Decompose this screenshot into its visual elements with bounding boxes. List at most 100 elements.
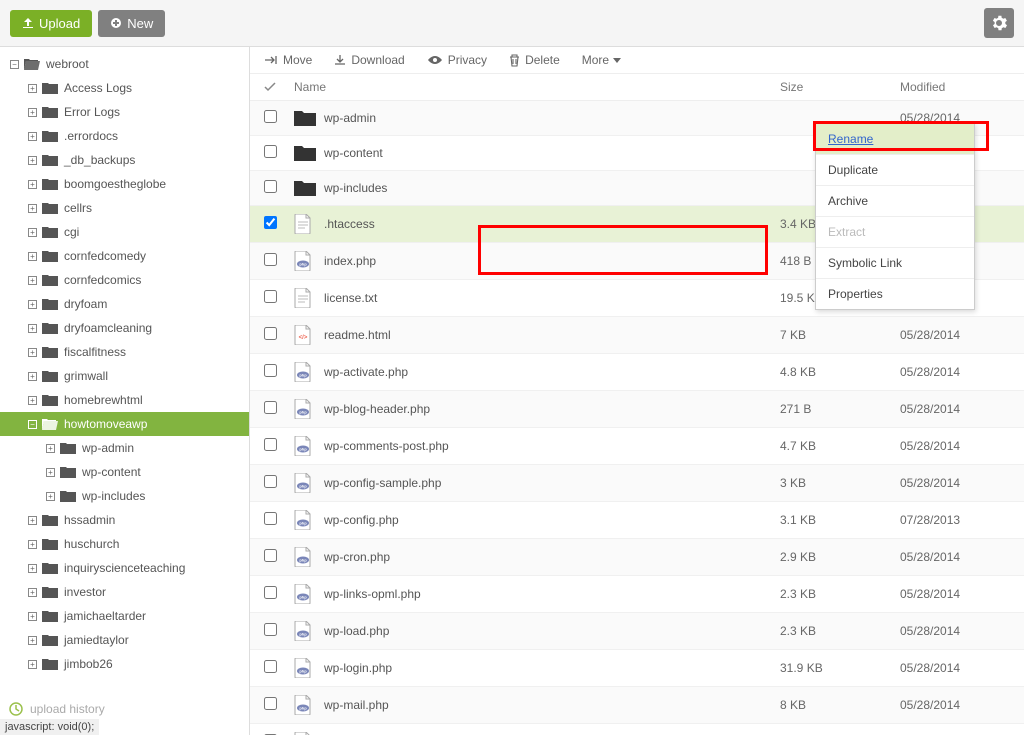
tree-item[interactable]: +boomgoestheglobe: [0, 172, 249, 196]
file-row[interactable]: phpwp-mail.php8 KB05/28/2014: [250, 687, 1024, 724]
tree-item[interactable]: +hssadmin: [0, 508, 249, 532]
expander-icon[interactable]: +: [26, 540, 38, 549]
row-checkbox[interactable]: [264, 660, 294, 676]
expander-icon[interactable]: +: [26, 324, 38, 333]
row-checkbox[interactable]: [264, 697, 294, 713]
tree-item[interactable]: +dryfoam: [0, 292, 249, 316]
row-checkbox[interactable]: [264, 253, 294, 269]
settings-button[interactable]: [984, 8, 1014, 38]
tree-item[interactable]: +jamiedtaylor: [0, 628, 249, 652]
row-checkbox[interactable]: [264, 145, 294, 161]
file-row[interactable]: phpwp-blog-header.php271 B05/28/2014: [250, 391, 1024, 428]
tree-item[interactable]: +Error Logs: [0, 100, 249, 124]
tree-item[interactable]: +cornfedcomedy: [0, 244, 249, 268]
row-checkbox[interactable]: [264, 327, 294, 343]
expander-icon[interactable]: +: [26, 372, 38, 381]
tree-item[interactable]: +huschurch: [0, 532, 249, 556]
menu-item-duplicate[interactable]: Duplicate: [816, 155, 974, 186]
expander-icon[interactable]: +: [26, 276, 38, 285]
tree-item[interactable]: +jamichaeltarder: [0, 604, 249, 628]
expander-icon[interactable]: +: [26, 564, 38, 573]
row-checkbox[interactable]: [264, 364, 294, 380]
move-button[interactable]: Move: [264, 53, 312, 67]
file-row[interactable]: phpwp-activate.php4.8 KB05/28/2014: [250, 354, 1024, 391]
tree-item[interactable]: +dryfoamcleaning: [0, 316, 249, 340]
upload-history[interactable]: upload history: [8, 701, 105, 717]
delete-button[interactable]: Delete: [509, 53, 560, 67]
expander-icon[interactable]: +: [26, 660, 38, 669]
tree-item[interactable]: +inquiryscienceteaching: [0, 556, 249, 580]
file-row[interactable]: phpwp-config-sample.php3 KB05/28/2014: [250, 465, 1024, 502]
expander-icon[interactable]: +: [26, 516, 38, 525]
privacy-button[interactable]: Privacy: [427, 53, 487, 67]
file-row[interactable]: </>readme.html7 KB05/28/2014: [250, 317, 1024, 354]
tree-item[interactable]: +grimwall: [0, 364, 249, 388]
more-button[interactable]: More: [582, 53, 621, 67]
row-checkbox[interactable]: [264, 438, 294, 454]
tree-item[interactable]: +fiscalfitness: [0, 340, 249, 364]
file-name: index.php: [324, 254, 780, 268]
file-row[interactable]: phpwp-load.php2.3 KB05/28/2014: [250, 613, 1024, 650]
expander-icon[interactable]: +: [26, 588, 38, 597]
file-row[interactable]: phpwp-config.php3.1 KB07/28/2013: [250, 502, 1024, 539]
tree-item[interactable]: +wp-admin: [0, 436, 249, 460]
row-checkbox[interactable]: [264, 623, 294, 639]
tree-item[interactable]: +wp-includes: [0, 484, 249, 508]
expander-icon[interactable]: +: [26, 108, 38, 117]
file-row[interactable]: phpwp-login.php31.9 KB05/28/2014: [250, 650, 1024, 687]
expander-icon[interactable]: +: [44, 444, 56, 453]
expander-icon[interactable]: +: [26, 156, 38, 165]
expander-icon[interactable]: +: [26, 180, 38, 189]
download-button[interactable]: Download: [334, 53, 404, 67]
tree-item[interactable]: +wp-content: [0, 460, 249, 484]
menu-item-properties[interactable]: Properties: [816, 279, 974, 309]
menu-item-rename[interactable]: Rename: [816, 124, 974, 155]
col-modified[interactable]: Modified: [900, 80, 1010, 94]
expander-icon[interactable]: +: [26, 84, 38, 93]
file-row[interactable]: phpwp-cron.php2.9 KB05/28/2014: [250, 539, 1024, 576]
tree-item[interactable]: +cornfedcomics: [0, 268, 249, 292]
expander-icon[interactable]: +: [26, 228, 38, 237]
row-checkbox[interactable]: [264, 401, 294, 417]
row-checkbox[interactable]: [264, 586, 294, 602]
file-row[interactable]: phpwp-links-opml.php2.3 KB05/28/2014: [250, 576, 1024, 613]
new-button[interactable]: New: [98, 10, 165, 37]
expander-icon[interactable]: +: [26, 204, 38, 213]
tree-item[interactable]: +investor: [0, 580, 249, 604]
row-checkbox[interactable]: [264, 549, 294, 565]
expander-icon[interactable]: +: [44, 468, 56, 477]
tree-item[interactable]: +.errordocs: [0, 124, 249, 148]
menu-item-symbolic-link[interactable]: Symbolic Link: [816, 248, 974, 279]
check-all[interactable]: [264, 81, 294, 93]
row-checkbox[interactable]: [264, 110, 294, 126]
file-row[interactable]: phpwp-settings.php10.8 KB05/28/2014: [250, 724, 1024, 735]
tree-item[interactable]: +cellrs: [0, 196, 249, 220]
tree-item[interactable]: +jimbob26: [0, 652, 249, 676]
row-checkbox[interactable]: [264, 180, 294, 196]
tree-item[interactable]: −howtomoveawp: [0, 412, 249, 436]
expander-icon[interactable]: +: [26, 252, 38, 261]
expander-icon[interactable]: −: [26, 420, 38, 429]
tree-item[interactable]: +Access Logs: [0, 76, 249, 100]
expander-icon[interactable]: −: [8, 60, 20, 69]
row-checkbox[interactable]: [264, 290, 294, 306]
tree-item[interactable]: +cgi: [0, 220, 249, 244]
row-checkbox[interactable]: [264, 216, 294, 232]
row-checkbox[interactable]: [264, 475, 294, 491]
menu-item-archive[interactable]: Archive: [816, 186, 974, 217]
tree-item[interactable]: +homebrewhtml: [0, 388, 249, 412]
expander-icon[interactable]: +: [26, 396, 38, 405]
expander-icon[interactable]: +: [26, 612, 38, 621]
col-name[interactable]: Name: [294, 80, 780, 94]
expander-icon[interactable]: +: [26, 636, 38, 645]
expander-icon[interactable]: +: [26, 132, 38, 141]
row-checkbox[interactable]: [264, 512, 294, 528]
expander-icon[interactable]: +: [26, 300, 38, 309]
expander-icon[interactable]: +: [26, 348, 38, 357]
file-row[interactable]: phpwp-comments-post.php4.7 KB05/28/2014: [250, 428, 1024, 465]
tree-item[interactable]: −webroot: [0, 52, 249, 76]
tree-item[interactable]: +_db_backups: [0, 148, 249, 172]
col-size[interactable]: Size: [780, 80, 900, 94]
expander-icon[interactable]: +: [44, 492, 56, 501]
upload-button[interactable]: Upload: [10, 10, 92, 37]
